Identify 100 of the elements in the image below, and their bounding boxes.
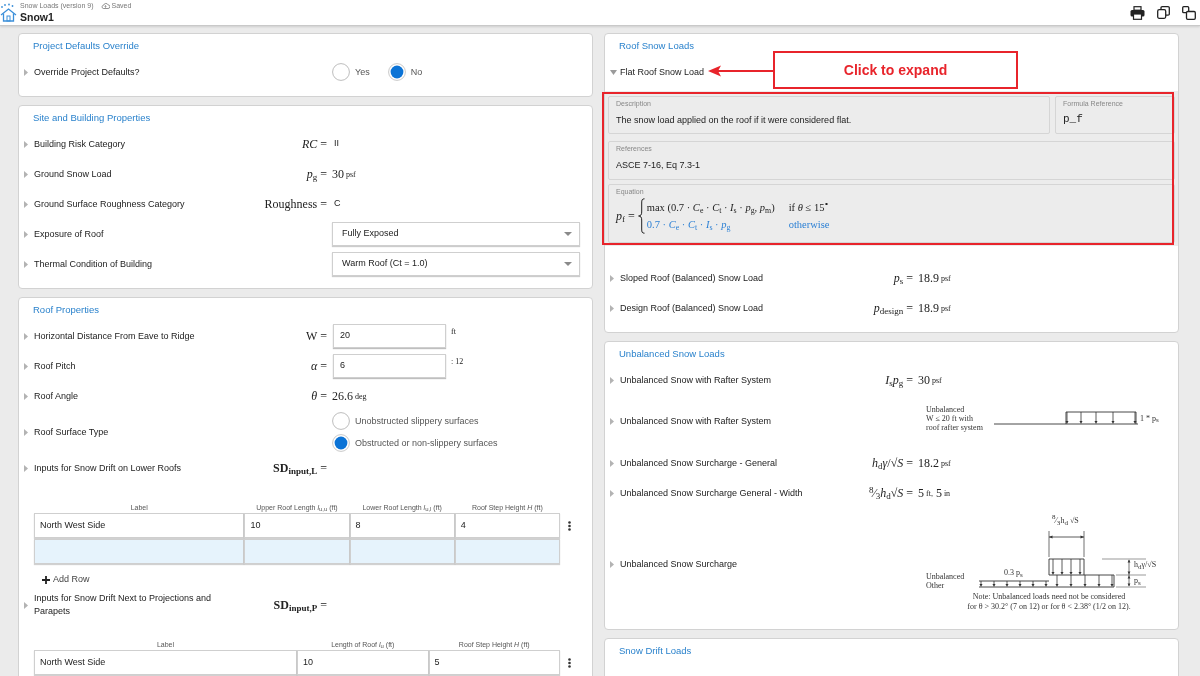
field-label: Sloped Roof (Balanced) Snow Load xyxy=(620,271,764,285)
caret-right-icon[interactable] xyxy=(24,260,28,268)
math-symbol: SD$_{input,P}$ = xyxy=(273,598,327,612)
copy-icon[interactable] xyxy=(1157,6,1170,19)
quantity-value: 5 xyxy=(935,486,942,500)
table-cell[interactable] xyxy=(34,539,245,564)
arrow-icon xyxy=(708,65,774,77)
unit-label: psf xyxy=(941,274,951,284)
quantity-value: 5 xyxy=(918,486,924,500)
field-label: Exposure of Roof xyxy=(34,227,104,241)
cloud-icon xyxy=(100,1,110,9)
radio-icon xyxy=(332,412,350,430)
quantity-value: 30 xyxy=(332,167,344,181)
unit-label: psf xyxy=(941,304,951,314)
diagram-label: 0.3 p$_{s}$ xyxy=(1004,568,1023,577)
brace-icon xyxy=(637,198,645,234)
radio-option[interactable]: Unobstructed slippery surfaces xyxy=(332,410,498,432)
select-field[interactable]: Fully Exposed xyxy=(332,222,580,246)
quantity-value: 30 xyxy=(918,373,930,387)
caret-right-icon[interactable] xyxy=(24,362,28,370)
table-cell[interactable] xyxy=(349,539,455,564)
case-condition: if θ ≤ 15$^{∘}$ xyxy=(788,201,830,214)
math-symbol: p$_{s}$ = xyxy=(893,271,913,285)
table-cell[interactable]: 5 xyxy=(428,650,560,675)
field-label: Horizontal Distance From Eave to Ridge xyxy=(34,329,195,343)
field-value: II xyxy=(334,137,339,151)
caret-right-icon[interactable] xyxy=(610,304,614,312)
equation-case: max (0.7 · C$_{e}$ · C$_{t}$ · I$_{s}$ · p$_{g}$, p$_{m}$) xyxy=(646,201,775,214)
radio-option[interactable]: No xyxy=(387,63,423,81)
math-symbol: θ = xyxy=(311,389,327,403)
table-cell[interactable]: North West Side xyxy=(34,650,297,675)
input-field[interactable]: 6 xyxy=(333,354,446,378)
table-cell[interactable]: North West Side xyxy=(34,513,245,538)
unit-label: ft, xyxy=(926,489,933,499)
caret-right-icon[interactable] xyxy=(24,601,28,609)
table-cell[interactable]: 10 xyxy=(297,650,429,675)
field-label: Unbalanced Snow with Rafter System xyxy=(620,373,772,387)
field-value: C xyxy=(334,197,341,211)
field-label: Unbalanced Snow Surcharge - General xyxy=(620,456,778,470)
unit-label: psf xyxy=(941,459,951,469)
math-symbol: α = xyxy=(310,359,327,373)
caret-right-icon[interactable] xyxy=(24,464,28,472)
caret-right-icon[interactable] xyxy=(24,230,28,238)
caret-right-icon[interactable] xyxy=(24,332,28,340)
caret-right-icon[interactable] xyxy=(610,560,614,568)
caret-right-icon[interactable] xyxy=(24,428,28,436)
diagram-label: W ≤ 20 ft with xyxy=(926,413,973,423)
caret-right-icon[interactable] xyxy=(24,140,28,148)
field-label: Ground Surface Roughness Category xyxy=(34,197,185,211)
diagram-label: Note: Unbalanced loads need not be considered xyxy=(972,592,1126,601)
math-symbol: RC = xyxy=(301,137,327,151)
unit-label: in xyxy=(943,489,951,499)
select-field[interactable]: Warm Roof (Ct = 1.0) xyxy=(332,252,580,276)
unit-label: deg xyxy=(355,392,367,402)
kebab-menu-icon[interactable] xyxy=(567,657,571,668)
field-label: Ground Snow Load xyxy=(34,167,112,181)
diagram-label: $^{8}$⁄$_{3}$h$_{d}$ √S xyxy=(1052,516,1079,525)
caret-right-icon[interactable] xyxy=(610,489,614,497)
caret-down-icon[interactable] xyxy=(610,69,617,75)
caret-right-icon[interactable] xyxy=(610,274,614,282)
diagram-label: h$_{d}$γ/√S xyxy=(1134,560,1157,569)
caret-right-icon[interactable] xyxy=(610,459,614,467)
caret-right-icon[interactable] xyxy=(610,376,614,384)
field-label: Inputs for Snow Drift on Lower Roofs xyxy=(34,461,182,475)
formula-text: p_f xyxy=(1063,113,1084,126)
printer-icon[interactable] xyxy=(1130,5,1145,20)
math-symbol: I$_{s}$p$_{g}$ = xyxy=(885,373,913,387)
caret-right-icon[interactable] xyxy=(24,392,28,400)
quantity-value: 18.2 xyxy=(918,456,939,470)
math-symbol: Roughness = xyxy=(264,197,327,211)
table-cell[interactable] xyxy=(244,539,350,564)
caret-right-icon[interactable] xyxy=(610,418,614,425)
kebab-menu-icon[interactable] xyxy=(567,520,571,531)
field-label: Roof Pitch xyxy=(34,359,76,373)
field-label: Unbalanced Snow Surcharge xyxy=(620,557,738,571)
table-cell[interactable]: 4 xyxy=(454,513,560,538)
caret-right-icon[interactable] xyxy=(24,68,28,76)
input-field[interactable]: 20 xyxy=(333,324,446,348)
radio-option[interactable]: Yes xyxy=(332,63,370,81)
table-cell[interactable] xyxy=(454,539,560,564)
caret-right-icon[interactable] xyxy=(24,200,28,208)
field-label: Thermal Condition of Building xyxy=(34,257,153,271)
diagram-label: p$_{s}$ xyxy=(1134,576,1141,585)
caret-right-icon[interactable] xyxy=(24,170,28,178)
math-symbol: SD$_{input,L}$ = xyxy=(273,461,327,475)
unit-label: : 12 xyxy=(451,357,464,367)
add-row-button[interactable]: Add Row xyxy=(42,573,90,587)
table-cell[interactable]: 10 xyxy=(244,513,350,538)
radio-icon xyxy=(387,63,406,81)
math-symbol: W = xyxy=(306,329,327,343)
equation-case: 0.7 · C$_{e}$ · C$_{t}$ · I$_{s}$ · p$_{g}$ xyxy=(646,218,732,231)
diagram-label: Other xyxy=(926,581,945,590)
quantity-value: 26.6 xyxy=(332,389,353,403)
table-cell[interactable]: 8 xyxy=(349,513,455,538)
case-condition: otherwise xyxy=(788,218,830,231)
section-title: Roof Properties xyxy=(33,304,99,316)
unit-label: ft xyxy=(451,327,456,337)
radio-option[interactable]: Obstructed or non-slippery surfaces xyxy=(332,432,498,454)
overlapping-squares-icon[interactable] xyxy=(1182,5,1196,20)
radio-icon xyxy=(332,434,350,452)
